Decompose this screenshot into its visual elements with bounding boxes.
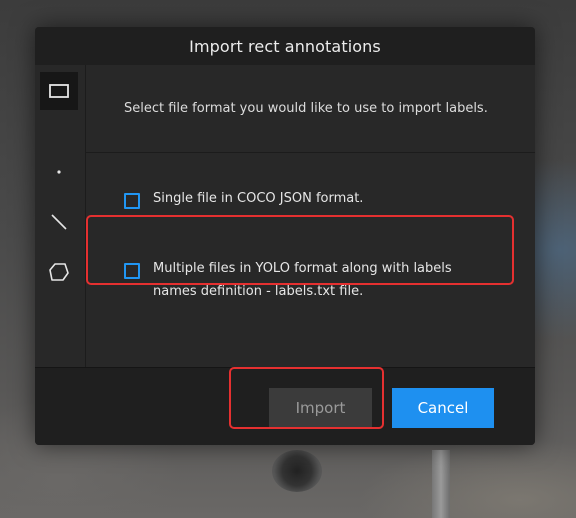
line-icon (51, 214, 67, 230)
point-icon (57, 170, 61, 174)
polygon-icon (49, 263, 69, 281)
modal-content: Select file format you would like to use… (86, 65, 535, 367)
option-coco-json[interactable]: Single file in COCO JSON format. (124, 191, 493, 210)
cancel-button[interactable]: Cancel (392, 388, 494, 428)
tool-line[interactable] (40, 203, 78, 241)
checkbox-coco-json[interactable] (124, 193, 140, 209)
label-type-sidebar (35, 65, 86, 367)
tool-point[interactable] (40, 153, 78, 191)
background-watch (272, 450, 322, 492)
option-label: Single file in COCO JSON format. (153, 191, 364, 206)
background-stand (432, 450, 450, 518)
prompt-section: Select file format you would like to use… (86, 65, 535, 153)
rectangle-icon (49, 84, 69, 98)
checkbox-yolo[interactable] (124, 263, 140, 279)
option-yolo[interactable]: Multiple files in YOLO format along with… (124, 261, 493, 303)
tool-rect[interactable] (40, 72, 78, 110)
tool-polygon[interactable] (40, 253, 78, 291)
import-button[interactable]: Import (269, 388, 372, 428)
modal-title: Import rect annotations (189, 36, 381, 56)
modal-footer: Import Cancel (35, 367, 535, 445)
prompt-text: Select file format you would like to use… (124, 101, 488, 116)
option-label: Multiple files in YOLO format along with… (153, 261, 452, 299)
import-modal: Import rect annotations Select file form… (35, 27, 535, 445)
modal-header: Import rect annotations (35, 27, 535, 65)
